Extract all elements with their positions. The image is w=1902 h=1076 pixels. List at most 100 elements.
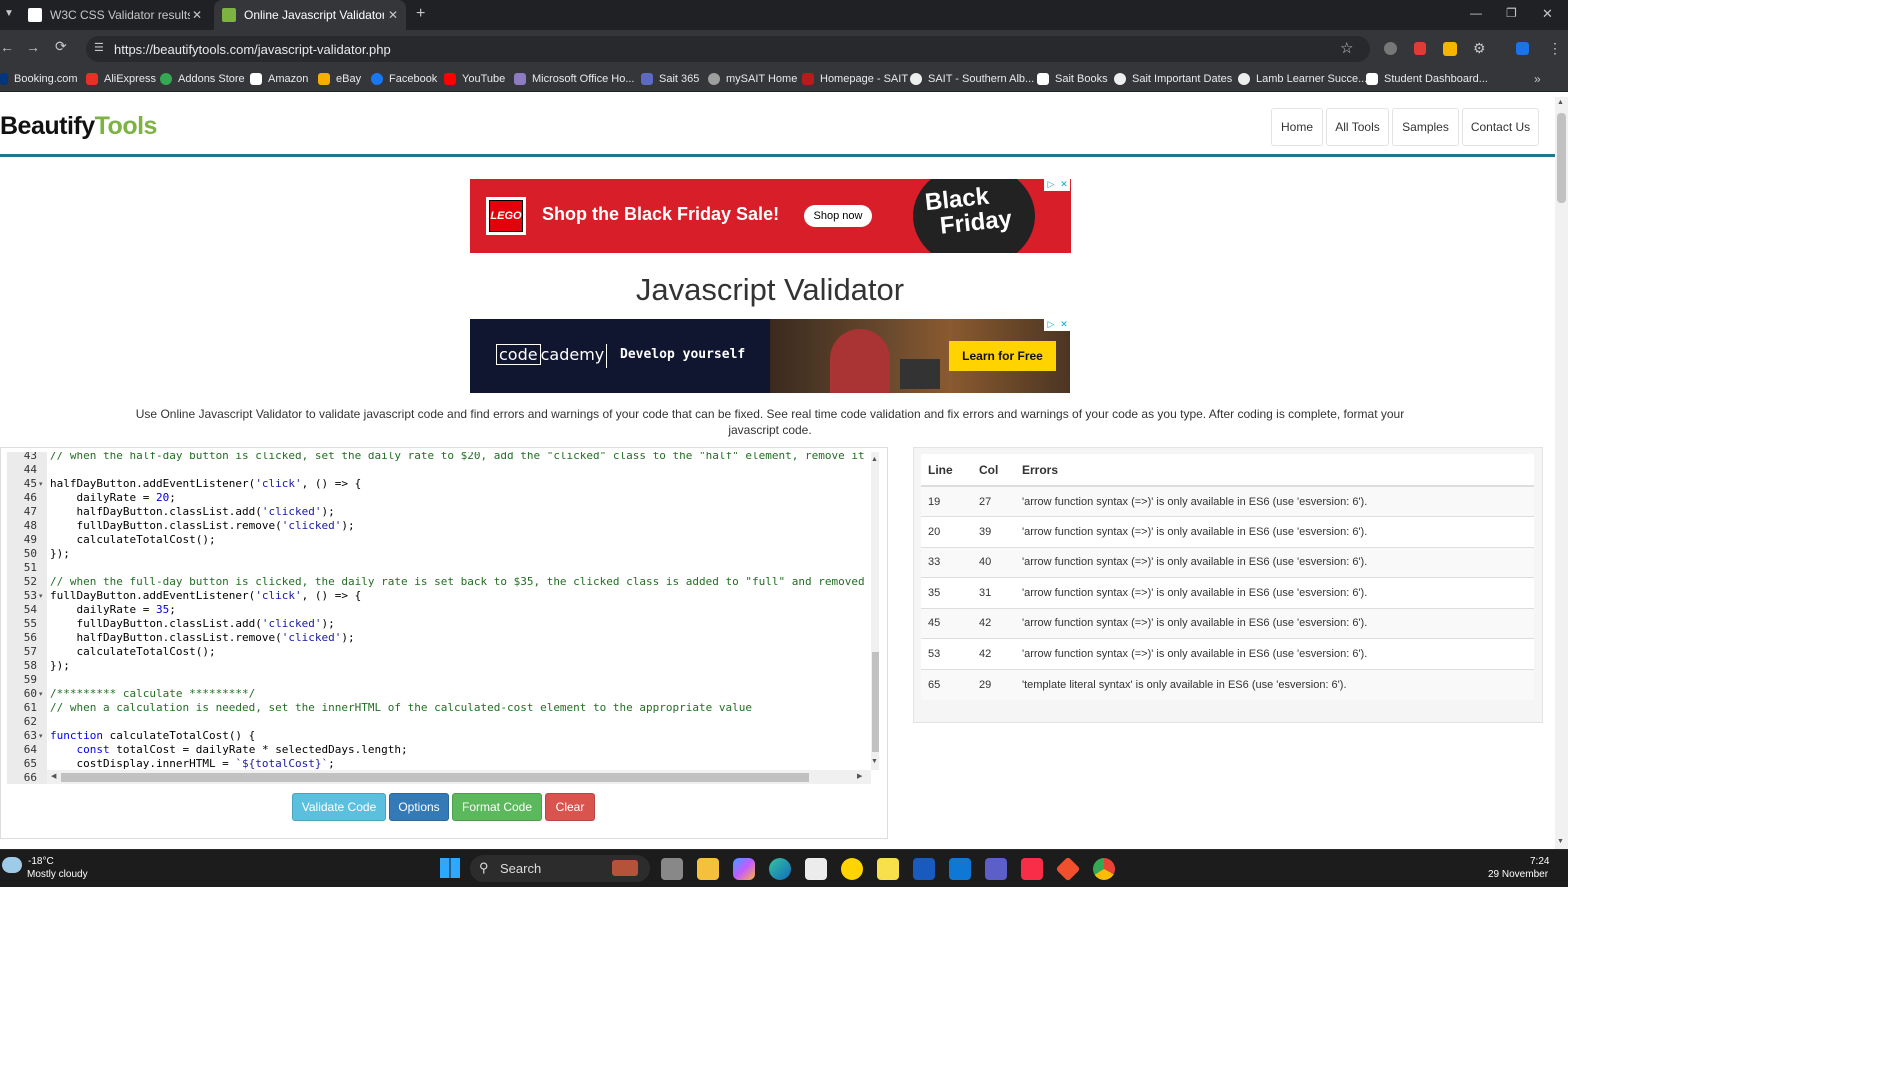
- microsoft-store-icon[interactable]: [805, 858, 827, 880]
- bookmark-mysait-home[interactable]: mySAIT Home: [708, 73, 797, 85]
- fold-arrow-icon[interactable]: ▾: [39, 480, 43, 488]
- bookmark-booking[interactable]: Booking.com: [0, 73, 78, 85]
- errors-body: 19 27'arrow function syntax (=>)' is only…: [921, 485, 1534, 700]
- bookmark-addons-store[interactable]: Addons Store: [160, 73, 245, 85]
- extensions-puzzle-icon[interactable]: ⚙: [1473, 40, 1486, 57]
- nav-all-tools[interactable]: All Tools: [1326, 108, 1389, 146]
- address-bar[interactable]: ☰ https://beautifytools.com/javascript-v…: [86, 36, 1370, 62]
- clock-time[interactable]: 7:24: [1530, 856, 1549, 867]
- code-editor[interactable]: 43 44 45 ▾ 46 47 48 49 50 51 52 53 ▾ 54 55 56 57 58 59 60 ▾ 6…: [7, 452, 879, 784]
- task-view-icon[interactable]: [661, 858, 683, 880]
- search-label: Search: [500, 861, 542, 876]
- extension-yellow-icon[interactable]: [1443, 42, 1457, 56]
- teams-icon[interactable]: [985, 858, 1007, 880]
- weather-icon[interactable]: [2, 857, 22, 873]
- ad-close-icon[interactable]: ✕: [1058, 179, 1070, 191]
- editor-horizontal-scroll-thumb[interactable]: [61, 773, 809, 782]
- bookmark-sait-southern[interactable]: SAIT - Southern Alb...: [910, 73, 1034, 85]
- line-number: 65: [23, 757, 37, 770]
- nav-samples[interactable]: Samples: [1392, 108, 1459, 146]
- page-scroll-down-icon[interactable]: ▼: [1557, 838, 1564, 845]
- scroll-down-icon[interactable]: ▼: [871, 758, 878, 765]
- tab-js-validator[interactable]: Online Javascript Validator - Be ✕: [214, 0, 406, 30]
- tab-css-validator[interactable]: W3C CSS Validator results for st ✕: [20, 0, 210, 30]
- close-tab-icon[interactable]: ✕: [388, 8, 398, 22]
- browser-menu-icon[interactable]: ⋮: [1548, 40, 1562, 57]
- line-number: 58: [23, 659, 37, 672]
- code-line: // when the half-day button is clicked, …: [50, 452, 879, 462]
- bookmark-homepage-sait[interactable]: Homepage - SAIT: [802, 73, 908, 85]
- format-code-button[interactable]: Format Code: [452, 793, 542, 821]
- error-msg-cell: 'arrow function syntax (=>)' is only ava…: [1015, 638, 1534, 669]
- chrome-icon[interactable]: [1093, 858, 1115, 880]
- clock-date[interactable]: 29 November: [1488, 869, 1548, 880]
- reload-icon[interactable]: ⟳: [55, 38, 67, 55]
- fold-arrow-icon[interactable]: ▾: [39, 732, 43, 740]
- bookmark-aliexpress[interactable]: AliExpress: [86, 73, 156, 85]
- tab-list-icon[interactable]: ▼: [4, 8, 14, 19]
- error-msg-cell: 'arrow function syntax (=>)' is only ava…: [1015, 485, 1534, 517]
- learn-for-free-button[interactable]: Learn for Free: [949, 341, 1056, 371]
- scroll-right-icon[interactable]: ▶: [857, 772, 862, 780]
- code-line: /********* calculate *********/: [50, 687, 256, 700]
- clear-button[interactable]: Clear: [545, 793, 595, 821]
- scroll-left-icon[interactable]: ◀: [51, 772, 56, 780]
- nav-contact-us[interactable]: Contact Us: [1462, 108, 1539, 146]
- page-scroll-thumb[interactable]: [1557, 113, 1566, 203]
- fold-arrow-icon[interactable]: ▾: [39, 592, 43, 600]
- minimize-icon[interactable]: —: [1470, 6, 1482, 20]
- adchoices-icon[interactable]: ▷: [1044, 179, 1058, 191]
- line-number: 50: [23, 547, 37, 560]
- word-icon[interactable]: [913, 858, 935, 880]
- bookmark-amazon[interactable]: Amazon: [250, 73, 308, 85]
- adchoices-icon[interactable]: ▷: [1044, 319, 1058, 331]
- extension-blue-check-icon[interactable]: [1516, 42, 1529, 55]
- forward-icon[interactable]: →: [26, 39, 40, 55]
- edge-icon[interactable]: [769, 858, 791, 880]
- ad-close-icon[interactable]: ✕: [1058, 319, 1070, 331]
- bookmark-youtube[interactable]: YouTube: [444, 73, 505, 85]
- lego-ad-banner[interactable]: LEGO Shop the Black Friday Sale! Shop no…: [470, 179, 1071, 253]
- close-window-icon[interactable]: ✕: [1542, 6, 1553, 22]
- copilot-icon[interactable]: [733, 858, 755, 880]
- editor-vertical-scroll-thumb[interactable]: [872, 652, 879, 752]
- apple-music-icon[interactable]: [1021, 858, 1043, 880]
- site-logo[interactable]: BeautifyTools: [0, 112, 157, 141]
- page-vertical-scrollbar[interactable]: [1555, 97, 1568, 849]
- lego-shop-now-button[interactable]: Shop now: [804, 205, 872, 227]
- bookmark-star-icon[interactable]: ☆: [1340, 39, 1353, 57]
- error-col-cell: 42: [972, 638, 1015, 669]
- bookmark-ebay[interactable]: eBay: [318, 73, 361, 85]
- extension-red-icon[interactable]: [1414, 42, 1426, 55]
- bookmark-office[interactable]: Microsoft Office Ho...: [514, 73, 635, 85]
- codecademy-ad-banner[interactable]: code cademy Develop yourself Learn for Fr…: [470, 319, 1070, 393]
- options-button[interactable]: Options: [389, 793, 449, 821]
- fold-arrow-icon[interactable]: ▾: [39, 690, 43, 698]
- extension-shield-icon[interactable]: [1384, 42, 1397, 55]
- restore-icon[interactable]: ❐: [1506, 6, 1517, 20]
- nav-home[interactable]: Home: [1271, 108, 1323, 146]
- back-icon[interactable]: ←: [0, 39, 14, 55]
- file-explorer-icon[interactable]: [697, 858, 719, 880]
- page-scroll-up-icon[interactable]: ▲: [1557, 99, 1564, 106]
- taskbar-search[interactable]: ⚲ Search: [470, 855, 650, 882]
- ad-divider: [606, 344, 607, 368]
- bookmark-student-dashboard[interactable]: Student Dashboard...: [1366, 73, 1488, 85]
- site-info-icon[interactable]: ☰: [94, 41, 104, 54]
- bookmark-sait-365[interactable]: Sait 365: [641, 73, 699, 85]
- sticky-notes-icon[interactable]: [877, 858, 899, 880]
- bookmark-lamb-learner[interactable]: Lamb Learner Succe...: [1238, 73, 1367, 85]
- error-msg-cell: 'arrow function syntax (=>)' is only ava…: [1015, 607, 1534, 639]
- norton-icon[interactable]: [841, 858, 863, 880]
- bookmark-sait-dates[interactable]: Sait Important Dates: [1114, 73, 1232, 85]
- more-bookmarks-icon[interactable]: »: [1534, 72, 1541, 86]
- scroll-up-icon[interactable]: ▲: [871, 456, 878, 463]
- book-icon: [1037, 73, 1049, 85]
- vscode-icon[interactable]: [949, 858, 971, 880]
- new-tab-button[interactable]: +: [416, 5, 425, 23]
- validate-code-button[interactable]: Validate Code: [292, 793, 386, 821]
- bookmark-sait-books[interactable]: Sait Books: [1037, 73, 1108, 85]
- bookmark-facebook[interactable]: Facebook: [371, 73, 437, 85]
- windows-start-icon[interactable]: [440, 858, 460, 878]
- close-tab-icon[interactable]: ✕: [192, 8, 202, 22]
